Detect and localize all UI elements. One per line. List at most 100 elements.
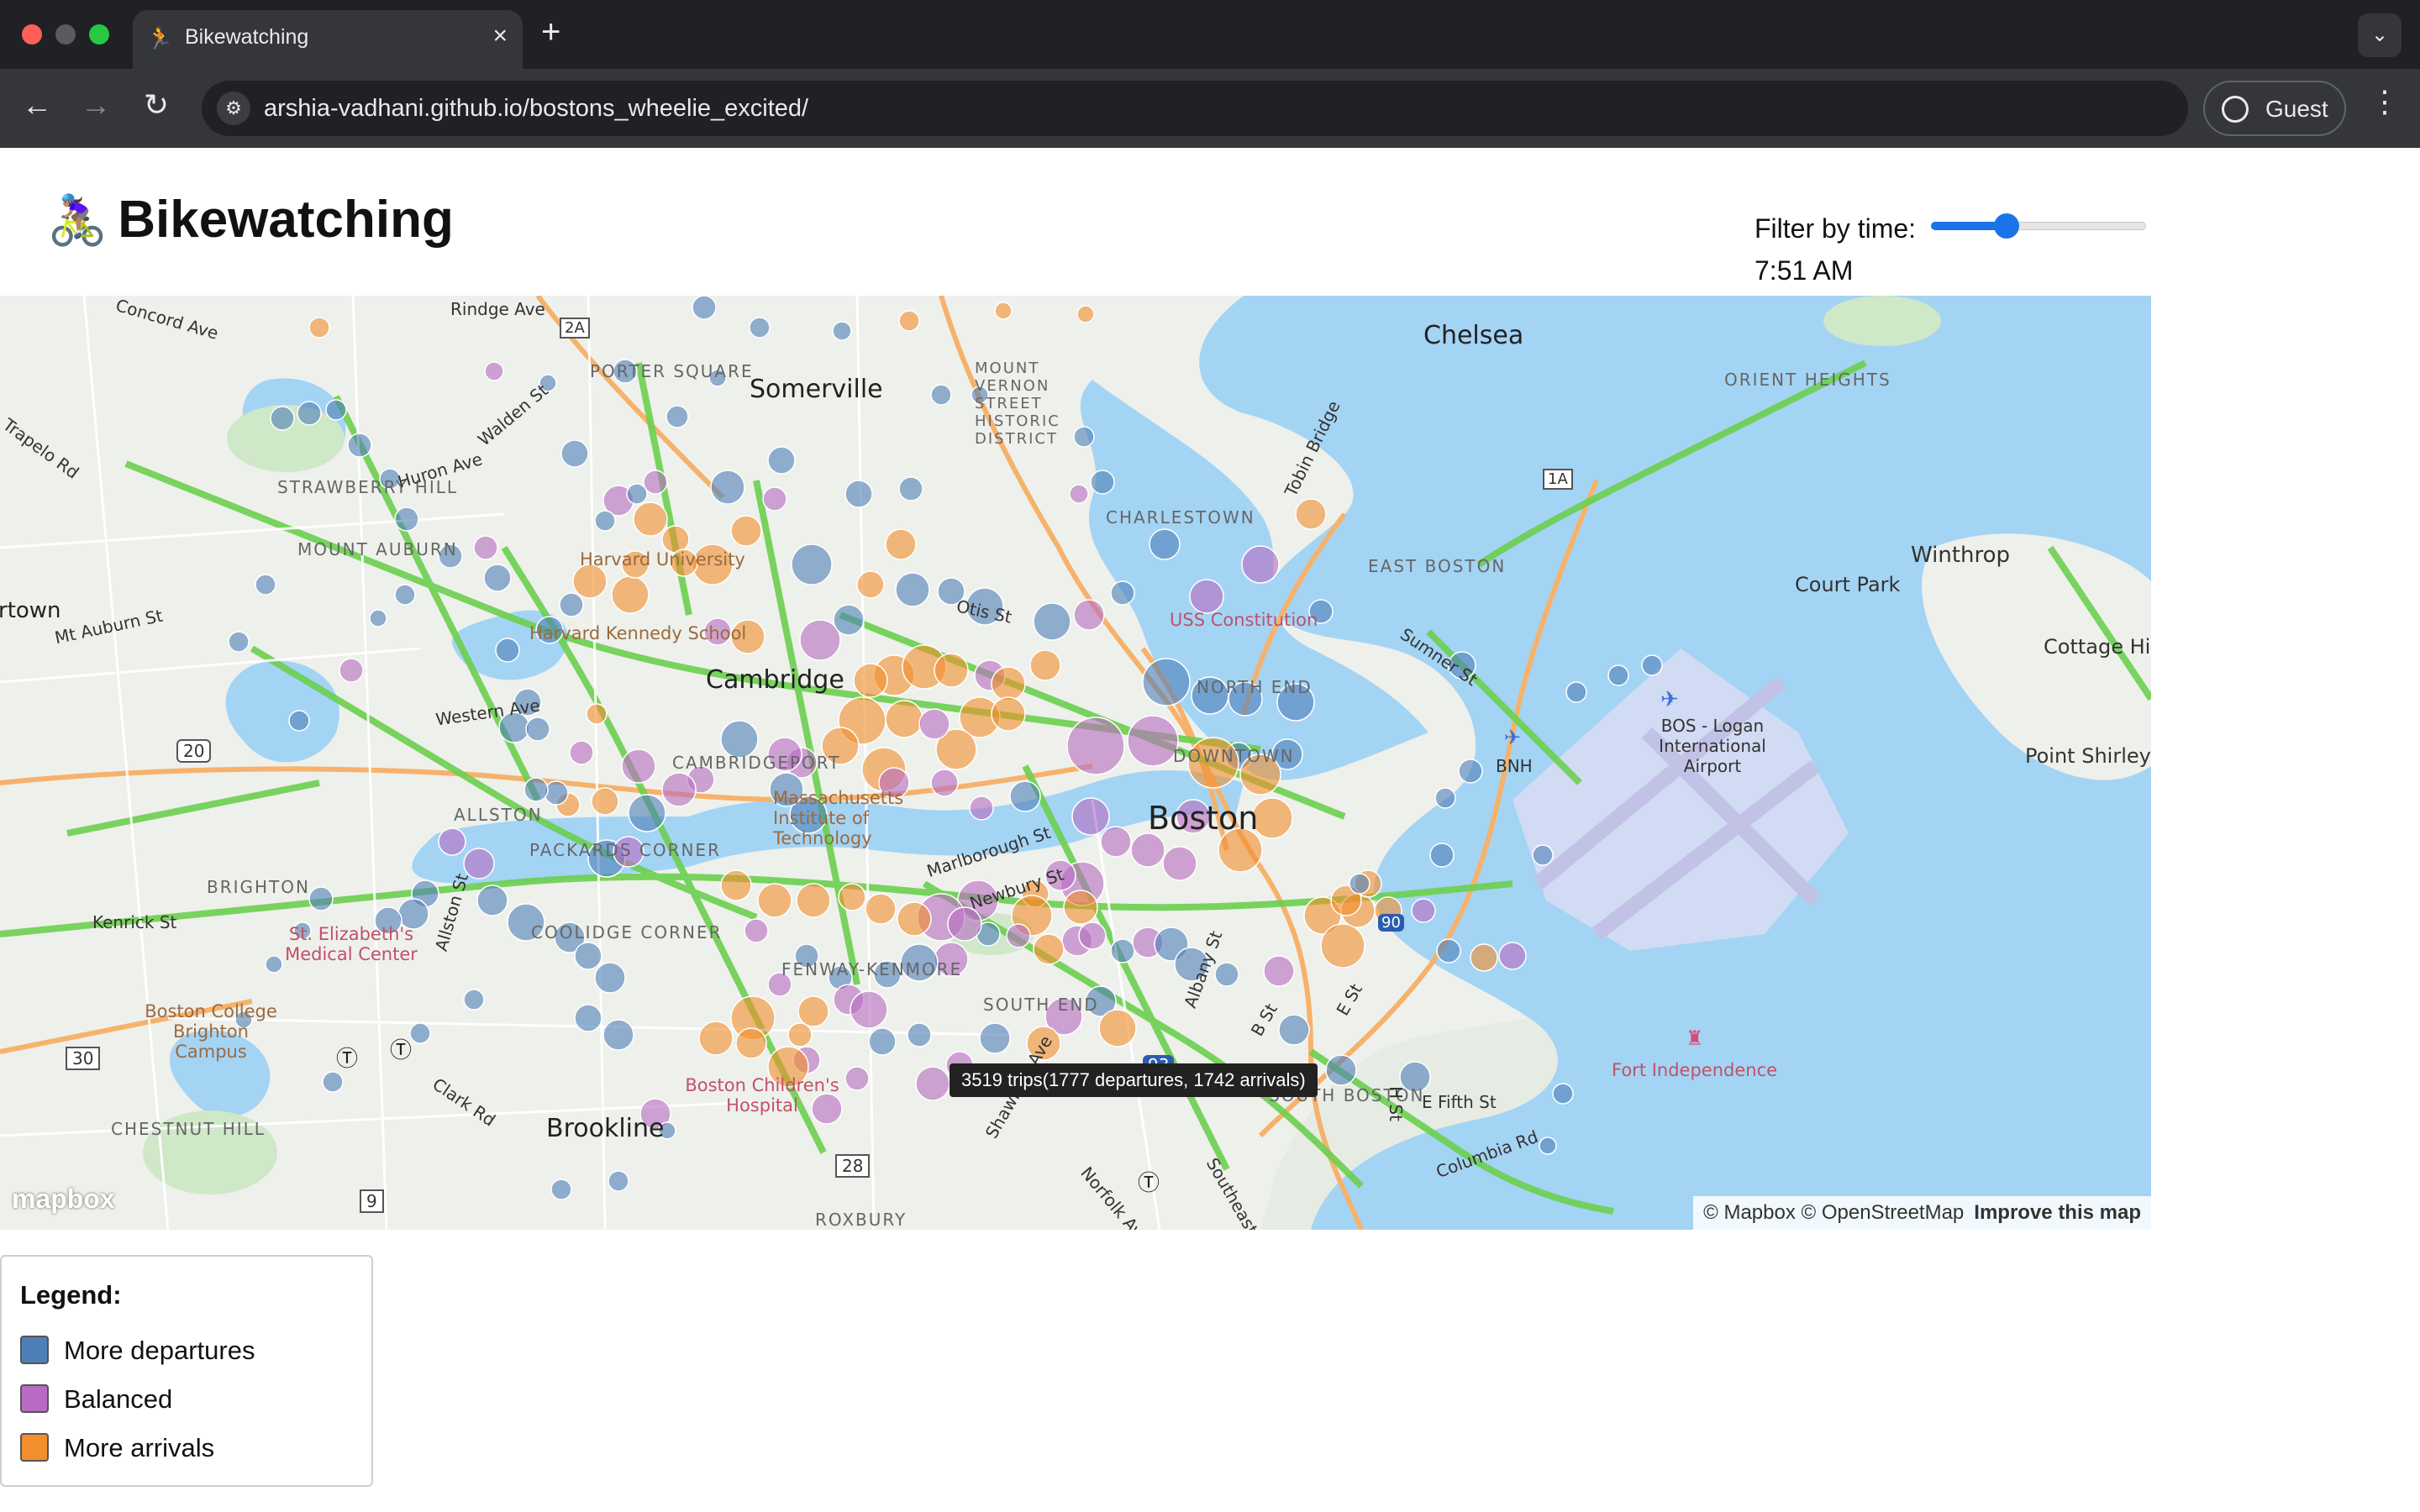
station-marker[interactable] bbox=[1006, 923, 1031, 948]
poi-mit[interactable]: Massachusetts Institute of Technology bbox=[773, 788, 966, 848]
station-marker[interactable] bbox=[692, 296, 717, 320]
station-marker[interactable] bbox=[550, 1179, 572, 1200]
station-marker[interactable] bbox=[915, 1066, 950, 1101]
station-marker[interactable] bbox=[369, 609, 387, 627]
station-marker[interactable] bbox=[1552, 1083, 1574, 1105]
station-marker[interactable] bbox=[1539, 1137, 1557, 1155]
station-marker[interactable] bbox=[885, 528, 917, 560]
station-marker[interactable] bbox=[1110, 580, 1135, 606]
station-marker[interactable] bbox=[856, 570, 885, 599]
station-marker[interactable] bbox=[898, 310, 920, 332]
station-marker[interactable] bbox=[476, 885, 508, 916]
station-marker[interactable] bbox=[791, 543, 833, 585]
poi-uss-constitution[interactable]: USS Constitution bbox=[1170, 610, 1318, 630]
station-marker[interactable] bbox=[1263, 955, 1295, 987]
station-marker[interactable] bbox=[339, 658, 364, 683]
station-marker[interactable] bbox=[438, 827, 466, 856]
station-marker[interactable] bbox=[918, 708, 950, 740]
station-marker[interactable] bbox=[735, 1027, 767, 1059]
station-marker[interactable] bbox=[991, 666, 1026, 701]
station-marker[interactable] bbox=[463, 848, 495, 879]
station-marker[interactable] bbox=[698, 1021, 734, 1056]
station-marker[interactable] bbox=[621, 748, 656, 784]
station-marker[interactable] bbox=[1325, 1054, 1357, 1086]
map-canvas[interactable]: Somerville Chelsea Cambridge Boston Broo… bbox=[0, 296, 2151, 1230]
station-marker[interactable] bbox=[1189, 579, 1224, 614]
station-marker[interactable] bbox=[1320, 923, 1365, 969]
station-marker[interactable] bbox=[288, 710, 310, 732]
station-marker[interactable] bbox=[633, 501, 668, 537]
station-marker[interactable] bbox=[897, 901, 932, 937]
station-marker[interactable] bbox=[1100, 826, 1132, 858]
station-marker[interactable] bbox=[787, 1022, 813, 1047]
station-marker[interactable] bbox=[394, 584, 416, 606]
station-marker[interactable] bbox=[1411, 898, 1436, 923]
more-menu-icon[interactable]: ⋮ bbox=[2370, 84, 2400, 119]
station-marker[interactable] bbox=[1470, 943, 1498, 972]
poi-st-elizabeths[interactable]: St. Elizabeth's Medical Center bbox=[284, 924, 418, 964]
poi-logan-airport[interactable]: BOS - Logan International Airport bbox=[1637, 716, 1788, 776]
profile-button[interactable]: Guest bbox=[2203, 81, 2346, 136]
station-marker[interactable] bbox=[270, 406, 295, 431]
station-marker[interactable] bbox=[1142, 658, 1191, 706]
station-marker[interactable] bbox=[710, 470, 745, 505]
reload-icon[interactable]: ↻ bbox=[136, 87, 176, 123]
station-marker[interactable] bbox=[525, 717, 550, 742]
station-marker[interactable] bbox=[979, 1022, 1011, 1054]
station-marker[interactable] bbox=[994, 302, 1013, 320]
station-marker[interactable] bbox=[602, 1019, 634, 1051]
station-marker[interactable] bbox=[394, 507, 419, 532]
station-marker[interactable] bbox=[730, 515, 762, 547]
station-marker[interactable] bbox=[308, 317, 330, 339]
station-marker[interactable] bbox=[1607, 664, 1629, 686]
station-marker[interactable] bbox=[544, 780, 569, 806]
station-marker[interactable] bbox=[885, 700, 923, 738]
address-bar[interactable]: ⚙ arshia-vadhani.github.io/bostons_wheel… bbox=[202, 81, 2188, 136]
station-marker[interactable] bbox=[628, 794, 666, 832]
station-marker[interactable] bbox=[483, 564, 512, 592]
station-marker[interactable] bbox=[265, 955, 283, 974]
station-marker[interactable] bbox=[1532, 844, 1554, 866]
station-marker[interactable] bbox=[608, 1170, 629, 1192]
station-marker[interactable] bbox=[228, 631, 250, 653]
station-marker[interactable] bbox=[523, 777, 549, 802]
poi-boston-childrens[interactable]: Boston Children's Hospital bbox=[682, 1075, 842, 1116]
poi-fort-independence[interactable]: Fort Independence bbox=[1612, 1060, 1777, 1080]
station-marker[interactable] bbox=[1149, 528, 1181, 560]
station-marker[interactable] bbox=[796, 883, 831, 918]
station-marker[interactable] bbox=[297, 401, 322, 426]
station-marker[interactable] bbox=[308, 886, 334, 911]
station-marker[interactable] bbox=[1434, 787, 1456, 809]
station-marker[interactable] bbox=[1429, 843, 1455, 868]
station-marker[interactable] bbox=[767, 446, 796, 475]
station-marker[interactable] bbox=[898, 476, 923, 501]
maximize-window-button[interactable] bbox=[89, 24, 109, 45]
station-marker[interactable] bbox=[1349, 873, 1370, 895]
station-marker[interactable] bbox=[1076, 305, 1095, 323]
site-settings-icon[interactable]: ⚙ bbox=[217, 92, 250, 125]
station-marker[interactable] bbox=[720, 869, 752, 901]
slider-thumb[interactable] bbox=[1993, 213, 2019, 239]
station-marker[interactable] bbox=[569, 740, 594, 765]
station-marker[interactable] bbox=[1066, 717, 1125, 775]
station-marker[interactable] bbox=[255, 574, 276, 596]
improve-map-link[interactable]: Improve this map bbox=[1974, 1201, 2141, 1224]
station-marker[interactable] bbox=[643, 470, 668, 495]
station-marker[interactable] bbox=[1029, 649, 1061, 681]
station-marker[interactable] bbox=[1090, 470, 1115, 495]
station-marker[interactable] bbox=[744, 918, 769, 943]
station-marker[interactable] bbox=[832, 321, 852, 341]
station-marker[interactable] bbox=[473, 535, 498, 560]
station-marker[interactable] bbox=[1110, 938, 1135, 963]
station-marker[interactable] bbox=[591, 787, 619, 816]
station-marker[interactable] bbox=[991, 696, 1026, 732]
station-marker[interactable] bbox=[1078, 921, 1107, 950]
station-marker[interactable] bbox=[1565, 681, 1587, 703]
station-marker[interactable] bbox=[560, 439, 589, 468]
poi-harvard-kennedy-school[interactable]: Harvard Kennedy School bbox=[529, 623, 746, 643]
station-marker[interactable] bbox=[1063, 890, 1098, 925]
station-marker[interactable] bbox=[484, 361, 504, 381]
station-marker[interactable] bbox=[1098, 1009, 1137, 1047]
station-marker[interactable] bbox=[1130, 832, 1165, 868]
station-marker[interactable] bbox=[833, 604, 865, 636]
